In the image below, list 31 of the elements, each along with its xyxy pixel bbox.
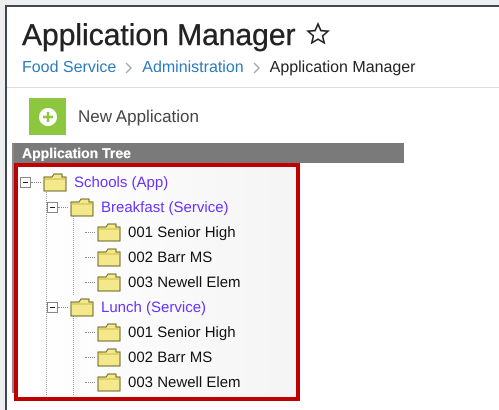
breadcrumb-current: Application Manager <box>270 59 416 77</box>
tree-item[interactable]: Schools (App) <box>72 173 170 192</box>
folder-icon <box>43 173 67 192</box>
folder-icon <box>97 273 121 292</box>
plus-icon <box>38 106 58 126</box>
folder-icon <box>97 348 121 367</box>
collapse-icon[interactable] <box>20 177 31 188</box>
collapse-icon[interactable] <box>47 302 58 313</box>
breadcrumb-link[interactable]: Administration <box>142 59 244 77</box>
chevron-icon <box>252 62 261 74</box>
breadcrumb-link[interactable]: Food Service <box>22 59 116 77</box>
panel-header: Application Tree <box>14 143 404 163</box>
tree-item[interactable]: 003 Newell Elem <box>126 273 243 292</box>
tree-item[interactable]: Breakfast (Service) <box>99 198 231 217</box>
folder-icon <box>97 248 121 267</box>
new-application-button[interactable]: New Application <box>29 98 199 135</box>
folder-icon <box>70 298 94 317</box>
tree-item[interactable]: 001 Senior High <box>126 223 238 242</box>
tree-item[interactable]: 002 Barr MS <box>126 248 214 267</box>
tree-item[interactable]: Lunch (Service) <box>99 298 208 317</box>
tree-item[interactable]: 001 Senior High <box>126 323 238 342</box>
tree-item[interactable]: 002 Barr MS <box>126 348 214 367</box>
star-icon[interactable] <box>306 22 330 46</box>
folder-icon <box>97 223 121 242</box>
tree-item[interactable]: 003 Newell Elem <box>126 373 243 392</box>
chevron-icon <box>125 62 134 74</box>
folder-icon <box>97 373 121 392</box>
folder-icon <box>70 198 94 217</box>
page-title: Application Manager <box>22 19 296 53</box>
folder-icon <box>97 323 121 342</box>
collapse-icon[interactable] <box>47 202 58 213</box>
